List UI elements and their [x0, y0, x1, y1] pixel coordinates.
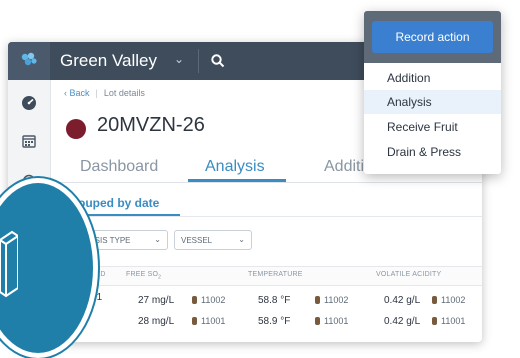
search-icon[interactable]	[210, 53, 226, 69]
barrel-icon	[432, 296, 437, 304]
column-header-free-so2[interactable]: FREE SO2	[126, 271, 161, 280]
barrel-icon	[192, 296, 197, 304]
calendar-icon[interactable]	[20, 132, 38, 150]
subnav-divider	[50, 216, 482, 217]
menu-item-analysis[interactable]: Analysis	[364, 90, 501, 114]
menu-item-addition[interactable]: Addition	[364, 66, 501, 90]
column-header-free-so2-label: FREE SO	[126, 271, 159, 278]
breadcrumb-separator: |	[95, 88, 98, 98]
active-tab-indicator	[188, 179, 286, 182]
vessel-tag[interactable]: 11002	[315, 295, 348, 305]
vessel-tag-label: 11002	[201, 295, 226, 305]
cell-temperature: 58.9 °F	[258, 316, 291, 327]
vessel-tag-label: 11001	[324, 316, 349, 326]
column-header-volatile-acidity[interactable]: VOLATILE ACIDITY	[376, 271, 441, 278]
cell-free-so2: 27 mg/L	[138, 295, 175, 306]
column-header-temperature[interactable]: TEMPERATURE	[248, 271, 303, 278]
grape-logo-icon	[21, 52, 37, 66]
vessel-tag[interactable]: 11002	[192, 295, 225, 305]
vessel-tag[interactable]: 11001	[315, 316, 348, 326]
chevron-down-icon: ⌄	[238, 235, 245, 244]
vessel-tag[interactable]: 11001	[192, 316, 225, 326]
vessel-filter[interactable]: VESSEL ⌄	[174, 230, 252, 250]
cell-volatile-acidity: 0.42 g/L	[384, 316, 421, 327]
vessel-tag[interactable]: 11002	[432, 295, 465, 305]
org-name[interactable]: Green Valley	[60, 51, 157, 71]
vessel-tag-label: 11002	[441, 295, 466, 305]
topbar-divider	[198, 49, 199, 73]
column-header-free-so2-subscript: 2	[158, 274, 162, 281]
vessel-tag-label: 11001	[441, 316, 466, 326]
barrel-icon	[315, 296, 320, 304]
barrel-icon	[315, 317, 320, 325]
lot-color-dot	[66, 119, 86, 139]
record-action-button[interactable]: Record action	[372, 21, 493, 53]
record-action-menu: Record action Addition Analysis Receive …	[364, 11, 501, 174]
breadcrumb-current: Lot details	[103, 88, 145, 98]
chevron-down-icon: ⌄	[154, 235, 161, 244]
barrel-icon	[192, 317, 197, 325]
cell-free-so2: 28 mg/L	[138, 316, 175, 327]
lot-title: 20MVZN-26	[97, 114, 205, 136]
vessel-tag-label: 11001	[201, 316, 226, 326]
vessel-filter-label: VESSEL	[181, 235, 213, 245]
vessel-tag[interactable]: 11001	[432, 316, 465, 326]
table-header: RECORDED FREE SO2 TEMPERATURE VOLATILE A…	[50, 266, 482, 286]
menu-item-drain-press[interactable]: Drain & Press	[364, 140, 501, 164]
back-link[interactable]: ‹ Back	[64, 88, 90, 98]
menu-item-receive-fruit[interactable]: Receive Fruit	[364, 115, 501, 139]
chevron-down-icon[interactable]: ⌄	[174, 52, 184, 66]
breadcrumb: ‹ Back | Lot details	[64, 88, 145, 98]
cell-temperature: 58.8 °F	[258, 295, 291, 306]
cube-outline-icon	[0, 230, 18, 298]
barrel-icon	[432, 317, 437, 325]
dashboard-gauge-icon[interactable]	[20, 94, 38, 112]
tab-analysis[interactable]: Analysis	[205, 158, 265, 176]
vessel-tag-label: 11002	[324, 295, 349, 305]
tab-dashboard[interactable]: Dashboard	[80, 158, 158, 176]
cell-volatile-acidity: 0.42 g/L	[384, 295, 421, 306]
app-logo[interactable]	[8, 42, 50, 80]
